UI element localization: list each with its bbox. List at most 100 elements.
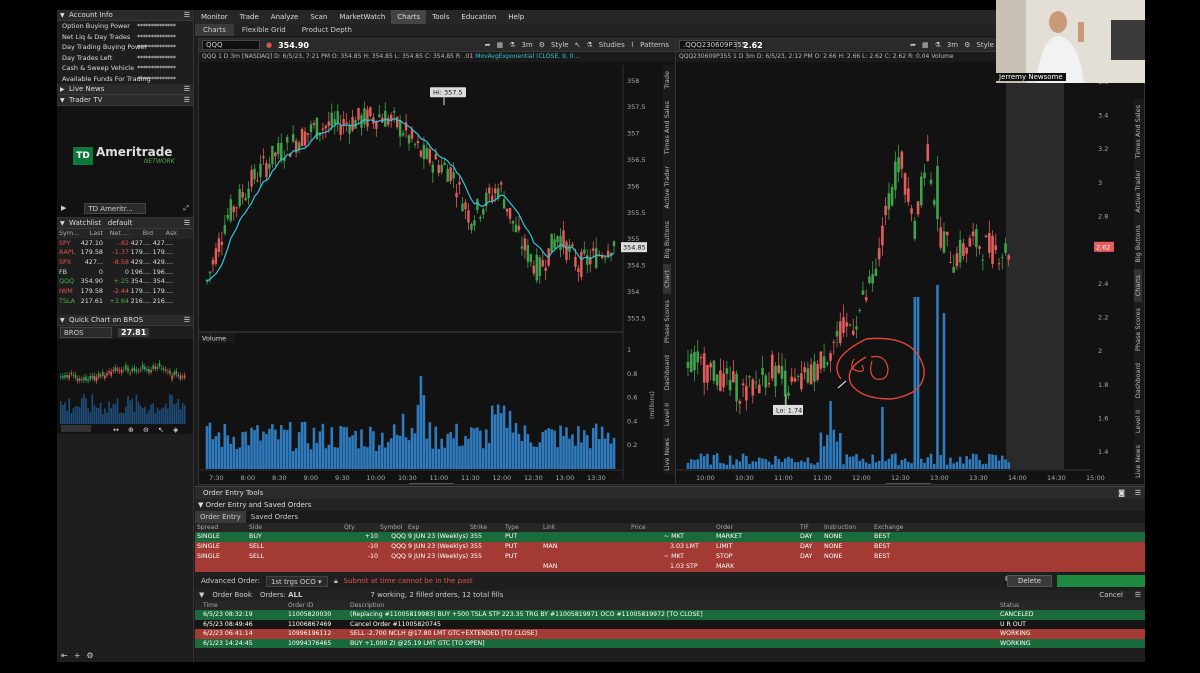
side-tab-phase-scores[interactable]: Phase Scores <box>1134 302 1142 357</box>
order-type[interactable]: PUT <box>503 542 541 552</box>
side-tab-level-ii[interactable]: Level II <box>663 397 671 432</box>
order-row[interactable]: SINGLE SELL -10 QQQ 9 JUN 23 (Weeklys) 355 PUT… <box>195 552 1145 562</box>
advanced-order-select[interactable]: 1st trgs OCO ▾ <box>265 575 328 587</box>
order-sym[interactable]: QQQ <box>378 532 406 542</box>
cursor-icon[interactable]: ↖ <box>158 426 164 434</box>
menu-icon[interactable]: ☰ <box>184 95 190 106</box>
menu-icon[interactable]: ☰ <box>184 315 190 326</box>
order-price[interactable]: 1.03 <box>629 562 684 572</box>
side-tab-trade[interactable]: Trade <box>663 65 671 95</box>
order-row[interactable]: SINGLE SELL -10 QQQ 9 JUN 23 (Weeklys) 355 PUT… <box>195 542 1145 552</box>
account-info-header[interactable]: ▼ Account Info ☰ <box>57 10 193 21</box>
order-order[interactable]: STOP <box>714 552 772 562</box>
order-strike[interactable] <box>468 562 503 572</box>
order-link[interactable] <box>541 532 629 542</box>
watchlist-row[interactable]: FB 0 0 196.... 196.... <box>57 268 193 278</box>
order-spread[interactable]: SINGLE <box>195 542 247 552</box>
zoom-in-icon[interactable]: ⊕ <box>1020 484 1027 485</box>
order-book-row[interactable]: 6/5/23 08:49:46 11006867469 Cancel Order #… <box>195 619 1145 629</box>
watchlist-row[interactable]: TSLA 217.61 +3.64 216.... 216.... <box>57 297 193 307</box>
pan-icon[interactable]: ↔ <box>996 484 1003 485</box>
order-order[interactable]: MARK <box>714 562 772 572</box>
quick-chart-header[interactable]: ▼ Quick Chart on BROS ☰ <box>57 314 193 326</box>
delete-button[interactable]: Delete <box>1007 575 1052 587</box>
order-price[interactable]: 3.03 <box>629 542 684 552</box>
order-link[interactable]: MAN <box>541 542 629 552</box>
order-ins[interactable]: NONE <box>822 532 872 542</box>
watchlist-row[interactable]: IWM 179.58 -2.44 179.... 179.... <box>57 287 193 297</box>
zoom-out-icon[interactable]: ⊖ <box>143 426 149 434</box>
order-order[interactable]: LIMIT <box>714 542 772 552</box>
order-entry-tools-header[interactable]: Order Entry Tools ◙ ☰ <box>195 487 1145 499</box>
side-tab-big-buttons[interactable]: Big Buttons <box>1134 219 1142 269</box>
order-side[interactable]: SELL <box>247 552 302 562</box>
watchlist-col-sym[interactable]: Sym... <box>57 229 79 239</box>
order-row[interactable]: SINGLE BUY +10 QQQ 9 JUN 23 (Weeklys) 355 PUT ~… <box>195 532 1145 542</box>
side-tab-dashboard[interactable]: Dashboard <box>663 349 671 396</box>
watchlist-row[interactable]: SPY 427.10 -.82 427.... 427.... <box>57 239 193 249</box>
quick-chart-canvas[interactable]: ↔ ⊕ ⊖ ↖ ◈ <box>57 338 193 434</box>
option-chart-canvas[interactable]: 3.63.43.232.82.62.42.221.81.61.4Lo: 1.74… <box>676 39 1145 485</box>
zoom-out-icon[interactable]: ⊖ <box>1032 484 1039 485</box>
order-order[interactable]: MARKET <box>714 532 772 542</box>
collapse-triangle-icon[interactable]: ▼ <box>60 10 65 21</box>
order-exch[interactable] <box>872 562 920 572</box>
crosshair-icon[interactable]: ⊕ <box>536 484 543 485</box>
menu-icon[interactable]: ☰ <box>184 84 190 95</box>
order-type[interactable]: PUT <box>503 532 541 542</box>
side-tab-level-ii[interactable]: Level II <box>1134 404 1142 439</box>
menu-charts[interactable]: Charts <box>391 10 427 24</box>
confirm-send-button[interactable] <box>1057 575 1145 587</box>
subtab-charts[interactable]: Charts <box>195 24 234 36</box>
quick-chart-range-select[interactable] <box>61 424 91 432</box>
side-tab-live-news[interactable]: Live News <box>1134 439 1142 484</box>
collapse-triangle-icon[interactable]: ▼ <box>199 590 204 601</box>
side-tab-phase-scores[interactable]: Phase Scores <box>663 294 671 349</box>
order-tif[interactable]: DAY <box>798 532 822 542</box>
menu-tools[interactable]: Tools <box>426 10 455 24</box>
play-icon[interactable]: ▶ <box>61 204 66 212</box>
order-link[interactable]: MAN <box>541 562 629 572</box>
order-row[interactable]: MAN 1.03 STP MARK <box>195 562 1145 572</box>
menu-help[interactable]: Help <box>502 10 530 24</box>
watchlist-col-ask[interactable]: Ask <box>153 229 177 239</box>
qqq-chart-canvas[interactable]: 358 357.5 357 356.5 356 355.5 355 354.5 354 353.5… <box>199 39 676 485</box>
tv-channel-select[interactable]: TD Ameritr... <box>84 202 147 214</box>
side-tab-times-and-sales[interactable]: Times And Sales <box>1134 99 1142 164</box>
collapse-triangle-icon[interactable]: ▼ <box>60 315 65 326</box>
quick-chart-symbol-input[interactable]: BROS <box>60 326 112 338</box>
fullscreen-icon[interactable]: ⤢ <box>183 204 189 213</box>
order-book-row[interactable]: 6/2/23 06:41:14 10996196112 SELL -2,700 NC… <box>195 629 1145 639</box>
order-strike[interactable]: 355 <box>468 542 503 552</box>
order-ptype[interactable] <box>684 552 714 562</box>
order-exch[interactable]: BEST <box>872 532 920 542</box>
order-spread[interactable]: SINGLE <box>195 552 247 562</box>
subtab-product-depth[interactable]: Product Depth <box>294 24 360 36</box>
order-qty[interactable]: +10 <box>342 532 378 542</box>
layers-icon[interactable]: ◈ <box>173 426 179 434</box>
order-sym[interactable]: QQQ <box>378 542 406 552</box>
order-qty[interactable]: -10 <box>342 542 378 552</box>
menu-icon[interactable]: ☰ <box>1135 487 1141 499</box>
order-qty[interactable]: -10 <box>342 552 378 562</box>
live-news-header[interactable]: ▶ Live News ☰ <box>57 84 193 95</box>
order-book-row[interactable]: 6/5/23 08:32:19 11005820030 (Replacing #11… <box>195 610 1145 620</box>
zoom-reset-icon[interactable]: ⊖ <box>572 484 579 485</box>
order-exp[interactable]: 9 JUN 23 (Weeklys) <box>406 552 468 562</box>
order-side[interactable] <box>247 562 302 572</box>
qqq-chart[interactable]: QQQ ● 354.90 ➦ ▦ ⚗ 3m ⚙ Style ↖ ⚗ Studies … <box>198 38 676 485</box>
menu-scan[interactable]: Scan <box>304 10 333 24</box>
order-exp[interactable]: 9 JUN 23 (Weeklys) <box>406 532 468 542</box>
order-sym[interactable] <box>378 562 406 572</box>
chart-scrollbar[interactable] <box>409 483 454 485</box>
watchlist-col-bid[interactable]: Bid <box>129 229 153 239</box>
camera-icon[interactable]: ◙ <box>1118 487 1125 499</box>
side-tab-chart[interactable]: Chart <box>663 264 671 295</box>
order-ptype[interactable]: LMT <box>684 542 714 552</box>
side-tab-dashboard[interactable]: Dashboard <box>1134 357 1142 404</box>
order-tif[interactable] <box>798 562 822 572</box>
trader-tv-player[interactable]: TD Ameritrade NETWORK ▶ TD Ameritr... ⤢ <box>57 106 193 218</box>
order-exp[interactable]: 9 JUN 23 (Weeklys) <box>406 542 468 552</box>
cancel-button[interactable]: Cancel <box>1099 590 1123 601</box>
order-link[interactable] <box>541 552 629 562</box>
